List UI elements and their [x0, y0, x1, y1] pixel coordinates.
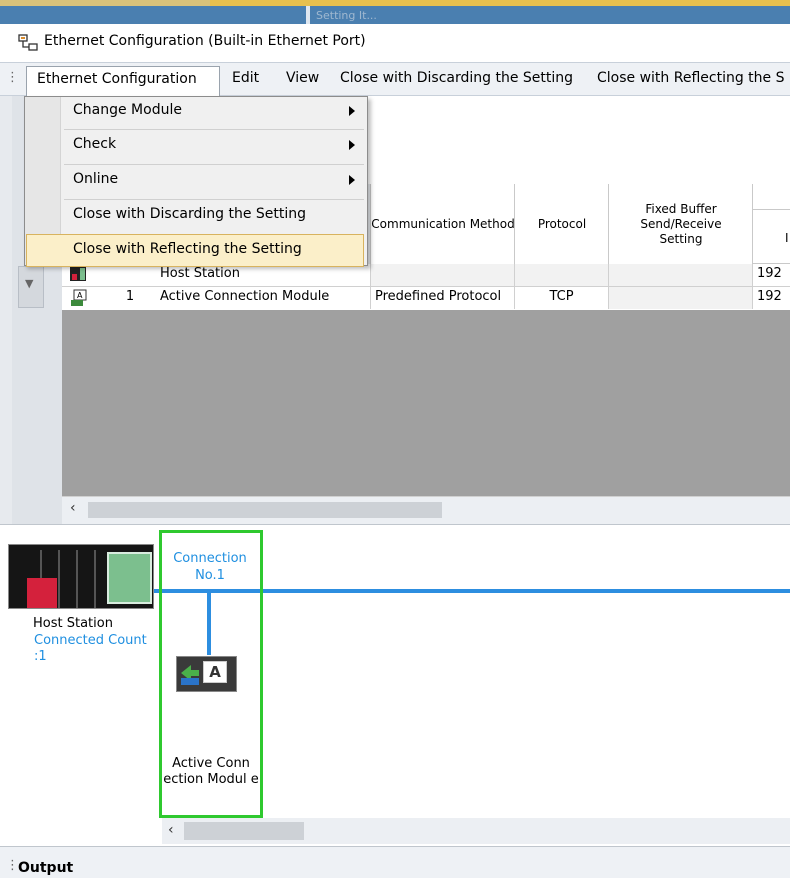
- menu-item-label: Change Module: [73, 102, 182, 118]
- module-letter: A: [203, 661, 227, 683]
- output-pane-title[interactable]: Output: [18, 860, 73, 876]
- plc-slot-divider: [58, 550, 60, 608]
- header-ip[interactable]: I: [752, 184, 790, 264]
- table-row[interactable]: Host Station 192: [62, 264, 790, 287]
- cell-no: [100, 264, 160, 286]
- header-label: Protocol: [537, 216, 587, 231]
- menu-item-label: Close with Discarding the Setting: [73, 206, 307, 222]
- menu-item-close-discarding[interactable]: Close with Discarding the Setting: [62, 200, 367, 233]
- host-station-label: Host Station: [33, 616, 113, 631]
- menu-item-label: Check: [73, 136, 117, 152]
- background-tab: [0, 0, 210, 6]
- menu-close-discard[interactable]: Close with Discarding the Setting: [340, 70, 573, 86]
- plc-io-module: [107, 552, 152, 604]
- menu-item-label: Close with Reflecting the Setting: [73, 241, 302, 257]
- cell-ip[interactable]: 192: [752, 287, 790, 309]
- background-tab-text: Setting It...: [316, 9, 377, 22]
- cell-protocol[interactable]: TCP: [514, 287, 608, 309]
- submenu-arrow-icon: [349, 140, 355, 150]
- table-row[interactable]: A 1 Active Connection Module Predefined …: [62, 287, 790, 311]
- menu-item-label: Online: [73, 171, 119, 187]
- svg-text:A: A: [77, 291, 83, 300]
- host-connected-count: Connected Count :1: [34, 633, 147, 664]
- menu-item-change-module[interactable]: Change Module: [62, 96, 367, 129]
- menu-item-close-reflecting[interactable]: Close with Reflecting the Setting: [26, 234, 364, 267]
- background-divider: [306, 6, 310, 24]
- active-connection-module-icon[interactable]: A: [176, 656, 237, 692]
- menu-view[interactable]: View: [286, 70, 319, 86]
- header-divider: [752, 209, 790, 210]
- menu-ethernet-configuration[interactable]: Ethernet Configuration: [26, 66, 220, 96]
- toolbar-grip-icon[interactable]: ⋮: [6, 70, 19, 85]
- plc-slot-divider: [76, 550, 78, 608]
- cell-method: [370, 264, 514, 286]
- background-tab-active: [210, 0, 790, 6]
- diagram-scroll-thumb[interactable]: [184, 822, 304, 840]
- chevron-down-icon: ▼: [25, 277, 34, 290]
- menu-item-online[interactable]: Online: [62, 165, 367, 198]
- cell-fixed-buffer: [608, 264, 752, 286]
- cell-protocol: [514, 264, 608, 286]
- menu-close-reflect[interactable]: Close with Reflecting the S: [597, 70, 790, 86]
- submenu-arrow-icon: [349, 106, 355, 116]
- plc-cpu-indicator: [27, 578, 57, 608]
- cell-fixed-buffer: [608, 287, 752, 309]
- header-protocol[interactable]: Protocol: [514, 184, 609, 265]
- cell-model: Host Station: [160, 266, 240, 281]
- cell-no: 1: [125, 289, 135, 304]
- header-label: I: [785, 231, 789, 245]
- menu-edit[interactable]: Edit: [232, 70, 259, 86]
- scroll-left-icon[interactable]: ‹: [70, 500, 76, 516]
- grid-empty-area: [62, 310, 790, 496]
- menu-label: Ethernet Configuration: [37, 71, 197, 87]
- cell-model: Active Connection Module: [160, 289, 330, 304]
- send-arrow-icon: [181, 665, 199, 685]
- cell-ip: 192: [752, 264, 790, 286]
- active-connection-icon: A: [71, 289, 87, 306]
- header-fixed-buffer[interactable]: Fixed Buffer Send/Receive Setting: [608, 184, 753, 265]
- host-station-icon: [70, 267, 86, 281]
- row-expand-button[interactable]: ▼: [18, 266, 44, 308]
- connection-label: Connection No.1: [173, 551, 247, 583]
- scroll-left-icon[interactable]: ‹: [168, 822, 174, 838]
- window-title: Ethernet Configuration (Built-in Etherne…: [44, 33, 366, 49]
- module-label: Active Conn ection Modul e: [163, 756, 259, 787]
- grid-scroll-thumb[interactable]: [88, 502, 442, 518]
- menu-item-check[interactable]: Check: [62, 130, 367, 163]
- cell-method[interactable]: Predefined Protocol: [370, 287, 514, 309]
- plc-slot-divider: [94, 550, 96, 608]
- ethernet-config-icon: [18, 34, 38, 51]
- output-pane-header: [0, 846, 790, 878]
- submenu-arrow-icon: [349, 175, 355, 185]
- header-label: Fixed Buffer Send/Receive Setting: [640, 201, 722, 246]
- header-communication-method[interactable]: Communication Method: [370, 184, 515, 265]
- header-label: Communication Method: [371, 216, 515, 231]
